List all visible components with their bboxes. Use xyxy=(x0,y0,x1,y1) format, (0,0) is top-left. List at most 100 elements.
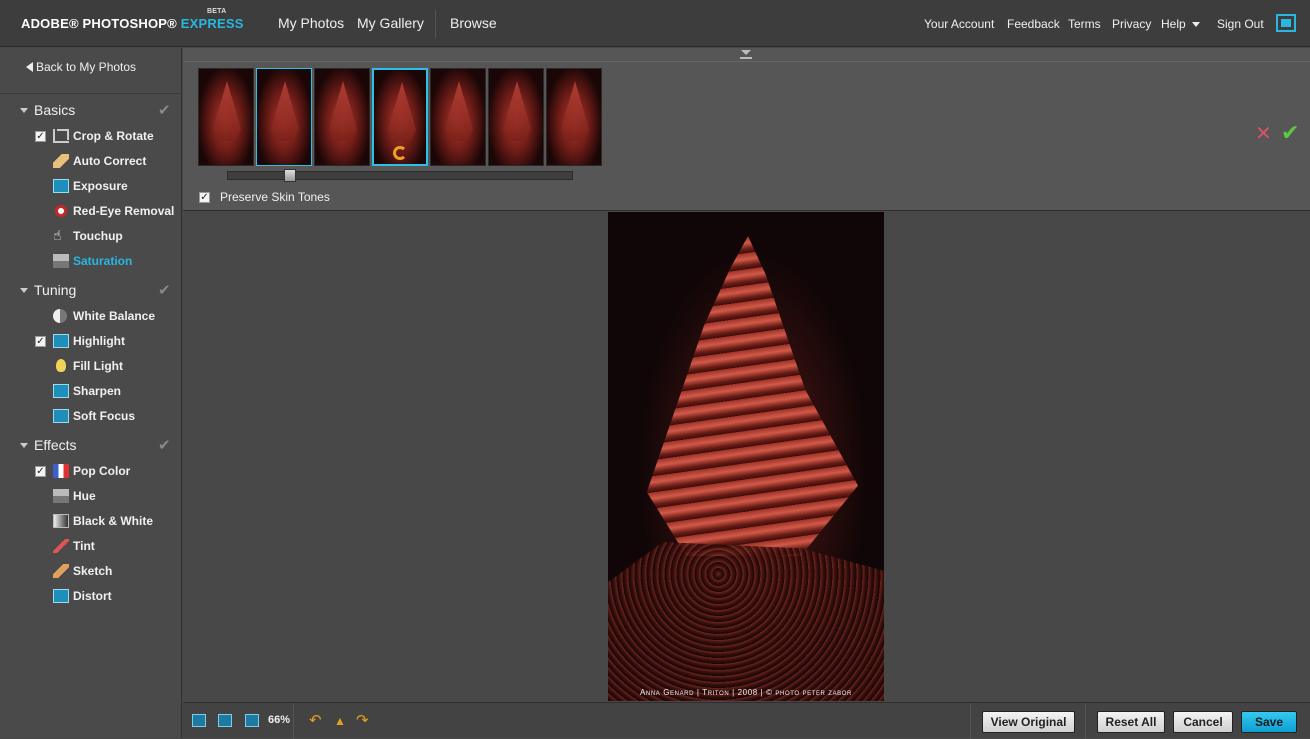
app-logo: ADOBE® PHOTOSHOP® EXPRESS BETA xyxy=(21,8,244,31)
tint-icon xyxy=(53,539,69,553)
photo-fabric xyxy=(608,542,884,701)
cancel-button[interactable]: Cancel xyxy=(1173,711,1233,733)
saturation-slider-track[interactable] xyxy=(227,171,573,180)
preview-thumbnail-4[interactable] xyxy=(372,68,428,166)
toolbar-separator xyxy=(970,703,971,739)
preview-thumbnail-5[interactable] xyxy=(430,68,486,166)
tool-pop-color[interactable]: Pop Color xyxy=(73,464,130,478)
tool-red-eye-removal[interactable]: Red-Eye Removal xyxy=(73,204,174,218)
collapse-panel-icon[interactable] xyxy=(740,50,752,60)
hue-icon xyxy=(53,489,69,503)
your-account-link[interactable]: Your Account xyxy=(924,17,994,31)
tool-fill-light[interactable]: Fill Light xyxy=(73,359,123,373)
preview-thumbnail-2[interactable] xyxy=(256,68,312,166)
help-menu[interactable]: Help xyxy=(1161,17,1200,31)
privacy-link[interactable]: Privacy xyxy=(1112,17,1151,31)
actual-size-icon[interactable] xyxy=(218,714,232,727)
saturation-slider-handle[interactable] xyxy=(284,169,296,182)
tool-exposure[interactable]: Exposure xyxy=(73,179,128,193)
red-eye-icon xyxy=(55,205,67,217)
beta-badge: BETA xyxy=(207,8,227,15)
auto-correct-icon xyxy=(53,154,69,168)
terms-link[interactable]: Terms xyxy=(1068,17,1101,31)
sharpen-icon xyxy=(53,384,69,398)
section-basics-check-icon: ✔ xyxy=(158,102,171,119)
soft-focus-icon xyxy=(53,409,69,423)
section-effects-check-icon: ✔ xyxy=(158,437,171,454)
tool-auto-correct[interactable]: Auto Correct xyxy=(73,154,146,168)
tool-touchup[interactable]: Touchup xyxy=(73,229,123,243)
section-tuning-label: Tuning xyxy=(34,282,77,298)
section-tuning-check-icon: ✔ xyxy=(158,282,171,299)
sketch-icon xyxy=(53,564,69,578)
black-white-icon xyxy=(53,514,69,528)
reset-all-button[interactable]: Reset All xyxy=(1097,711,1165,733)
preserve-skin-tones-checkbox[interactable]: ✓ xyxy=(199,192,210,203)
apply-changes-icon[interactable]: ✔ xyxy=(1281,122,1299,144)
sidebar-divider xyxy=(0,93,182,94)
save-button[interactable]: Save xyxy=(1241,711,1297,733)
nav-my-gallery[interactable]: My Gallery xyxy=(357,15,424,31)
highlight-checkbox[interactable]: ✓ xyxy=(35,336,46,347)
section-basics[interactable]: Basics xyxy=(20,102,75,118)
tool-soft-focus[interactable]: Soft Focus xyxy=(73,409,135,423)
redo-icon[interactable]: ↷ xyxy=(356,713,369,728)
collapse-triangle-icon xyxy=(20,442,28,448)
section-effects-label: Effects xyxy=(34,437,77,453)
pop-color-icon xyxy=(53,464,69,478)
white-balance-icon xyxy=(53,309,67,323)
tool-highlight[interactable]: Highlight xyxy=(73,334,125,348)
adjustment-panel: ✓ Preserve Skin Tones ✕ ✔ xyxy=(183,48,1310,211)
section-tuning[interactable]: Tuning xyxy=(20,282,76,298)
section-effects[interactable]: Effects xyxy=(20,437,77,453)
back-to-my-photos-link[interactable]: Back to My Photos xyxy=(26,60,136,74)
distort-icon xyxy=(53,589,69,603)
tool-saturation[interactable]: Saturation xyxy=(73,254,132,268)
saturation-icon xyxy=(53,254,69,268)
tool-crop-rotate[interactable]: Crop & Rotate xyxy=(73,129,154,143)
tool-distort[interactable]: Distort xyxy=(73,589,112,603)
help-label: Help xyxy=(1161,17,1186,31)
hand-icon: ☝ xyxy=(53,227,62,243)
preview-thumbnail-1[interactable] xyxy=(198,68,254,166)
panel-divider xyxy=(183,61,1310,62)
exposure-icon xyxy=(53,179,69,193)
collapse-triangle-icon xyxy=(20,287,28,293)
lightbulb-icon xyxy=(56,359,66,372)
fit-screen-icon[interactable] xyxy=(192,714,206,727)
tool-sketch[interactable]: Sketch xyxy=(73,564,112,578)
crop-rotate-checkbox[interactable]: ✓ xyxy=(35,131,46,142)
pop-color-checkbox[interactable]: ✓ xyxy=(35,466,46,477)
photo-canvas: Anna Genard | Triton | 2008 | © photo pe… xyxy=(183,212,1310,702)
nav-separator xyxy=(435,10,436,38)
tool-white-balance[interactable]: White Balance xyxy=(73,309,155,323)
discard-changes-icon[interactable]: ✕ xyxy=(1255,124,1272,144)
zoom-icon[interactable] xyxy=(245,714,259,727)
preview-thumbnail-7[interactable] xyxy=(546,68,602,166)
history-up-icon[interactable]: ▲ xyxy=(334,714,346,729)
highlight-icon xyxy=(53,334,69,348)
feedback-link[interactable]: Feedback xyxy=(1007,17,1060,31)
back-arrow-icon xyxy=(26,61,33,72)
reset-icon[interactable] xyxy=(393,146,407,160)
top-bar: ADOBE® PHOTOSHOP® EXPRESS BETA My Photos… xyxy=(0,0,1310,47)
logo-adobe-text: ADOBE® PHOTOSHOP® xyxy=(21,16,177,31)
back-label: Back to My Photos xyxy=(36,60,137,74)
fullscreen-icon[interactable] xyxy=(1276,14,1296,32)
preview-thumbnail-3[interactable] xyxy=(314,68,370,166)
preview-thumbnail-6[interactable] xyxy=(488,68,544,166)
sign-out-link[interactable]: Sign Out xyxy=(1217,17,1264,31)
sidebar: Back to My Photos Basics ✔ ✓ Crop & Rota… xyxy=(0,48,182,738)
tool-black-white[interactable]: Black & White xyxy=(73,514,153,528)
undo-icon[interactable]: ↶ xyxy=(309,713,322,728)
tool-tint[interactable]: Tint xyxy=(73,539,95,553)
collapse-triangle-icon xyxy=(20,107,28,113)
nav-my-photos[interactable]: My Photos xyxy=(278,15,344,31)
edited-photo: Anna Genard | Triton | 2008 | © photo pe… xyxy=(608,212,884,701)
crop-icon xyxy=(53,129,69,143)
view-original-button[interactable]: View Original xyxy=(982,711,1075,733)
tool-hue[interactable]: Hue xyxy=(73,489,96,503)
preserve-skin-tones-label: Preserve Skin Tones xyxy=(220,190,330,204)
nav-browse[interactable]: Browse xyxy=(450,15,497,31)
tool-sharpen[interactable]: Sharpen xyxy=(73,384,121,398)
